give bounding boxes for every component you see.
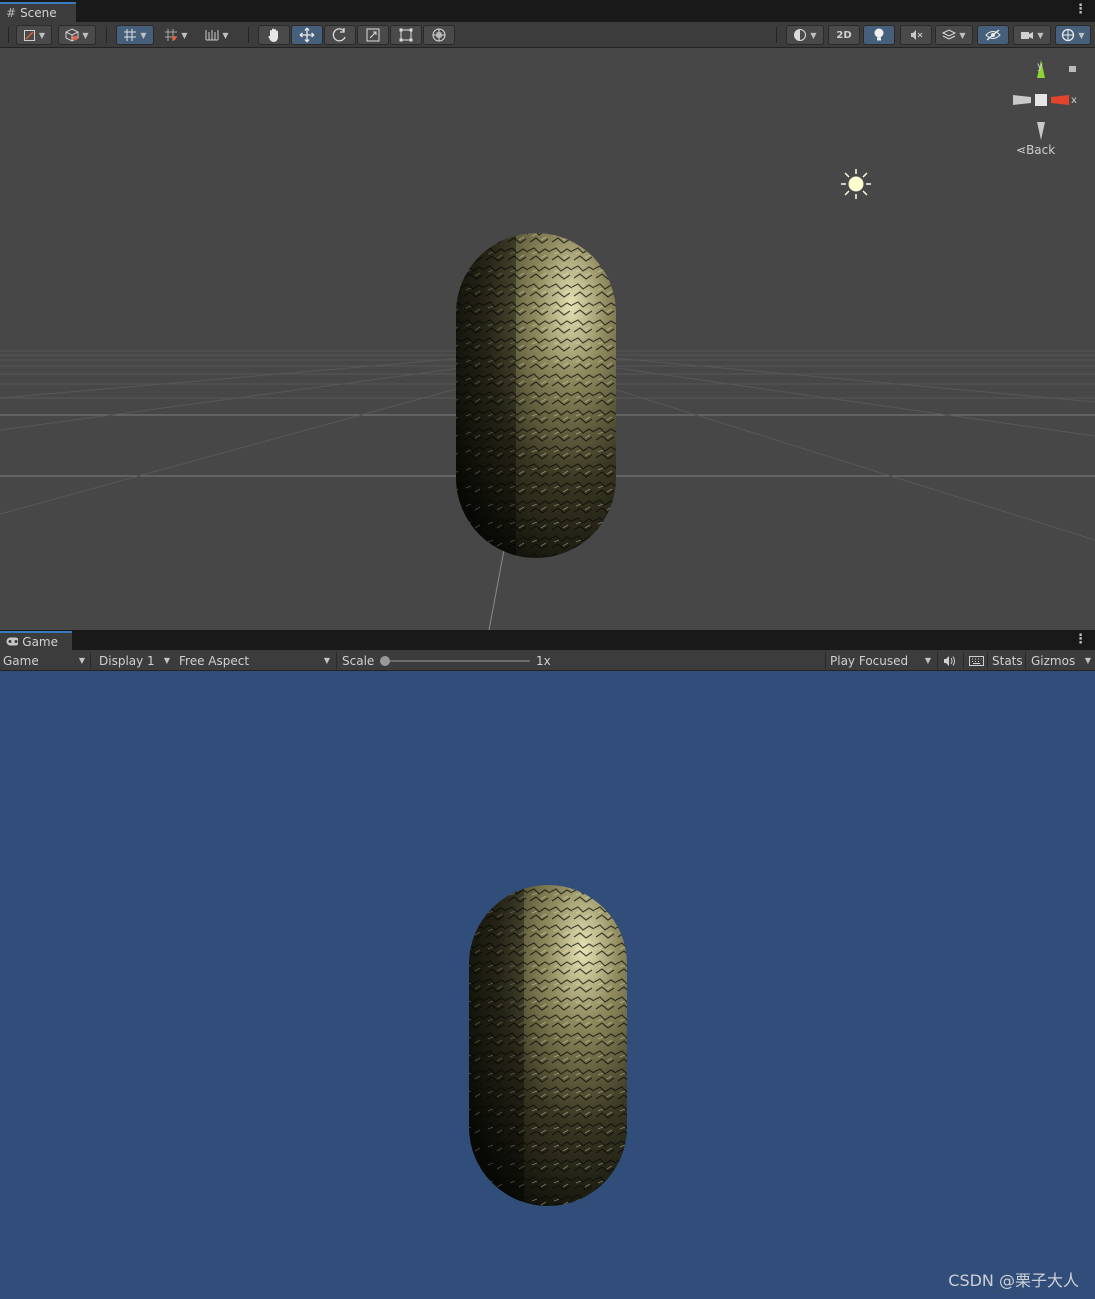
game-tabbar: Game ⋮ [0, 630, 1095, 650]
gamepad-icon [6, 637, 19, 646]
rect-tool-button[interactable] [390, 25, 422, 45]
keyboard-icon [969, 655, 984, 666]
gizmos-dropdown-game[interactable]: Gizmos ▼ [1028, 650, 1095, 671]
display-select[interactable]: Display 1 ▼ [96, 650, 174, 671]
scene-canvas: y x [0, 60, 1095, 630]
lighting-toggle-icon [874, 28, 884, 41]
tab-game[interactable]: Game [0, 631, 72, 650]
hidden-objects-toggle[interactable] [977, 25, 1009, 45]
game-toolbar: Game ▼ Display 1 ▼ Free Aspect ▼ Scale 1x P… [0, 650, 1095, 671]
scene-tabbar: # Scene ⋮ [0, 0, 1095, 22]
transform-tool-icon [432, 28, 446, 42]
game-more-options-icon[interactable]: ⋮ [1074, 633, 1087, 647]
scene-tab-label: Scene [20, 6, 57, 20]
shading-cube-icon [65, 28, 79, 42]
rect-tool-icon [399, 28, 413, 42]
keyboard-shortcuts-toggle[interactable] [966, 650, 988, 671]
scene-toolbar: ▼ ▼ ▼ ▼ ▼ ▼ 2D ▼ ▼ ▼ [0, 22, 1095, 48]
scale-slider-track[interactable] [384, 660, 530, 662]
capsule-render [469, 885, 627, 1206]
camera-icon [1021, 32, 1034, 39]
camera-dropdown[interactable]: ▼ [1013, 25, 1051, 45]
scene-more-options-icon[interactable]: ⋮ [1074, 3, 1087, 17]
hand-tool-button[interactable] [258, 25, 290, 45]
move-tool-icon [299, 27, 315, 43]
stats-button[interactable]: Stats [989, 650, 1023, 671]
speaker-icon [944, 655, 955, 666]
move-tool-button[interactable] [291, 25, 323, 45]
scale-value: 1x [536, 653, 551, 668]
hand-tool-icon [268, 28, 278, 42]
hidden-objects-icon [985, 29, 1001, 41]
aspect-select[interactable]: Free Aspect ▼ [176, 650, 334, 671]
scale-slider-knob[interactable] [380, 656, 390, 666]
game-canvas [469, 885, 627, 1206]
ruler-dropdown[interactable]: ▼ [198, 25, 236, 45]
gizmo-x-label: x [1071, 95, 1077, 106]
sun-light-icon[interactable] [841, 169, 871, 199]
shading-mode-dropdown[interactable]: ▼ [786, 25, 824, 45]
effects-icon [942, 29, 957, 40]
increment-snap-dropdown[interactable]: ▼ [158, 25, 194, 45]
game-tab-label: Game [22, 634, 58, 649]
mute-audio-toggle[interactable] [940, 650, 962, 671]
audio-toggle[interactable] [900, 25, 932, 45]
draw-mode-dropdown[interactable]: ▼ [16, 25, 52, 45]
play-mode-select[interactable]: Play Focused ▼ [827, 650, 935, 671]
view-direction-label[interactable]: ⋖Back [1016, 143, 1055, 157]
perspective-icon: ⋖ [1016, 143, 1027, 157]
scale-label: Scale [342, 653, 375, 668]
scale-tool-icon [366, 28, 380, 42]
lighting-toggle[interactable] [863, 25, 895, 45]
draw-mode-icon [23, 29, 35, 41]
rotate-tool-icon [332, 28, 346, 42]
gizmo-y-label: y [1037, 61, 1043, 72]
shading-cube-dropdown[interactable]: ▼ [58, 25, 96, 45]
ruler-icon [205, 30, 219, 41]
transform-tool-button[interactable] [423, 25, 455, 45]
audio-toggle-icon [911, 30, 923, 40]
scale-tool-button[interactable] [357, 25, 389, 45]
2d-toggle[interactable]: 2D [828, 25, 860, 45]
capsule-object[interactable] [456, 233, 616, 558]
grid-snap-icon [124, 29, 137, 41]
shading-mode-icon [794, 29, 807, 41]
watermark-text: CSDN @栗子大人 [948, 1271, 1079, 1290]
grid-hash-icon: # [6, 6, 17, 20]
game-view[interactable]: CSDN @栗子大人 [0, 671, 1095, 1299]
tab-scene[interactable]: # Scene [0, 2, 76, 22]
scene-viewport[interactable]: y x ⋖Back [0, 48, 1095, 630]
gizmos-icon [1062, 28, 1075, 42]
increment-snap-icon [165, 29, 178, 41]
rotate-tool-button[interactable] [324, 25, 356, 45]
orientation-gizmo[interactable] [1013, 60, 1069, 140]
game-mode-select[interactable]: Game ▼ [0, 650, 89, 671]
grid-snap-toggle[interactable]: ▼ [116, 25, 154, 45]
lock-icon[interactable] [1069, 66, 1076, 72]
effects-dropdown[interactable]: ▼ [935, 25, 973, 45]
gizmos-dropdown[interactable]: ▼ [1055, 25, 1091, 45]
